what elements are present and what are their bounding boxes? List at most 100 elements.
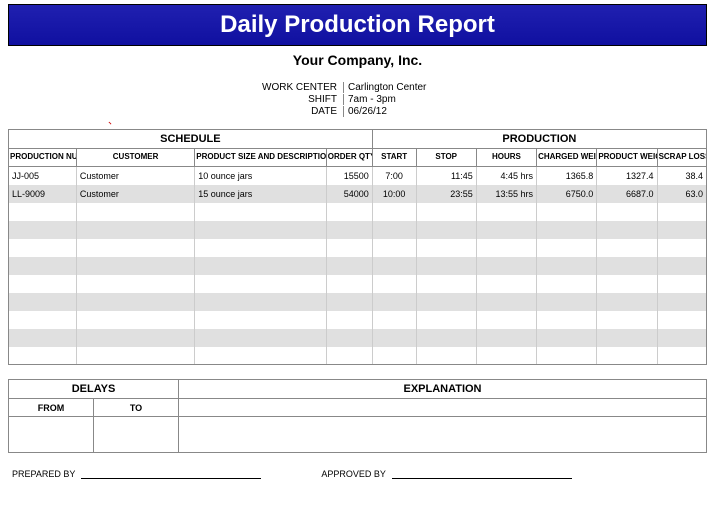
cell-prod-number: [9, 275, 77, 293]
cell-start: [372, 239, 416, 257]
signoff-row: PREPARED BY APPROVED BY: [8, 469, 707, 479]
cell-scrap-loss: [657, 239, 706, 257]
cell-charged-weight: [537, 311, 597, 329]
cell-scrap-loss: 38.4: [657, 167, 706, 185]
cell-hours: [476, 347, 536, 365]
delays-header: DELAYS: [9, 380, 179, 399]
cell-order-qty: [326, 275, 372, 293]
table-row: [9, 329, 707, 347]
cell-charged-weight: 1365.8: [537, 167, 597, 185]
cell-stop: [416, 257, 476, 275]
schedule-header: SCHEDULE: [9, 130, 373, 149]
cell-start: 10:00: [372, 185, 416, 203]
cell-start: [372, 347, 416, 365]
cell-prod-number: [9, 293, 77, 311]
cell-order-qty: 15500: [326, 167, 372, 185]
cell-product-weight: [597, 203, 657, 221]
cell-charged-weight: [537, 275, 597, 293]
cell-charged-weight: [537, 293, 597, 311]
cell-product: [195, 293, 326, 311]
cell-order-qty: [326, 293, 372, 311]
cell-product: [195, 203, 326, 221]
cell-product: [195, 329, 326, 347]
col-customer: CUSTOMER: [76, 149, 194, 167]
cell-order-qty: [326, 311, 372, 329]
cell-stop: 23:55: [416, 185, 476, 203]
cell-product-weight: [597, 221, 657, 239]
col-prod-number: PRODUCTION NUMBER: [9, 149, 77, 167]
cell-product-weight: [597, 257, 657, 275]
cell-product-weight: [597, 239, 657, 257]
cell-stop: 11:45: [416, 167, 476, 185]
shift-label: SHIFT: [262, 94, 343, 105]
red-mark: 、: [108, 112, 118, 127]
cell-customer: [76, 221, 194, 239]
cell-stop: [416, 239, 476, 257]
cell-product-weight: [597, 329, 657, 347]
table-row: LL-9009Customer15 ounce jars5400010:0023…: [9, 185, 707, 203]
cell-scrap-loss: [657, 257, 706, 275]
cell-stop: [416, 275, 476, 293]
cell-customer: [76, 329, 194, 347]
cell-customer: [76, 311, 194, 329]
table-row: JJ-005Customer10 ounce jars155007:0011:4…: [9, 167, 707, 185]
cell-product-weight: [597, 293, 657, 311]
cell-prod-number: [9, 329, 77, 347]
cell-charged-weight: [537, 203, 597, 221]
table-row: [9, 311, 707, 329]
explanation-header: EXPLANATION: [179, 380, 707, 399]
cell-prod-number: [9, 221, 77, 239]
cell-product-weight: 1327.4: [597, 167, 657, 185]
col-start: START: [372, 149, 416, 167]
cell-start: [372, 311, 416, 329]
table-row: [9, 239, 707, 257]
cell-order-qty: [326, 329, 372, 347]
cell-scrap-loss: 63.0: [657, 185, 706, 203]
cell-product: 10 ounce jars: [195, 167, 326, 185]
table-row: [9, 293, 707, 311]
approved-by-label: APPROVED BY: [321, 469, 386, 479]
cell-prod-number: [9, 257, 77, 275]
delays-to-header: TO: [94, 399, 179, 417]
production-header: PRODUCTION: [372, 130, 706, 149]
delays-table: DELAYS EXPLANATION FROM TO: [8, 379, 707, 453]
cell-product-weight: [597, 347, 657, 365]
cell-prod-number: [9, 311, 77, 329]
cell-scrap-loss: [657, 293, 706, 311]
cell-start: [372, 293, 416, 311]
col-stop: STOP: [416, 149, 476, 167]
prepared-by-label: PREPARED BY: [12, 469, 75, 479]
cell-stop: [416, 311, 476, 329]
cell-stop: [416, 293, 476, 311]
prepared-by-line: [81, 469, 261, 479]
col-product: PRODUCT SIZE AND DESCRIPTION: [195, 149, 326, 167]
col-order-qty: ORDER QTY: [326, 149, 372, 167]
cell-hours: [476, 203, 536, 221]
cell-order-qty: [326, 221, 372, 239]
approved-by-line: [392, 469, 572, 479]
cell-scrap-loss: [657, 347, 706, 365]
cell-order-qty: 54000: [326, 185, 372, 203]
cell-customer: [76, 239, 194, 257]
cell-scrap-loss: [657, 203, 706, 221]
cell-stop: [416, 347, 476, 365]
cell-hours: [476, 293, 536, 311]
cell-stop: [416, 203, 476, 221]
table-row: [9, 203, 707, 221]
cell-customer: [76, 347, 194, 365]
col-scrap-loss: SCRAP LOSS: [657, 149, 706, 167]
table-row: [9, 275, 707, 293]
date-label: DATE: [262, 106, 343, 117]
cell-hours: [476, 275, 536, 293]
cell-product-weight: [597, 275, 657, 293]
cell-customer: Customer: [76, 185, 194, 203]
cell-stop: [416, 221, 476, 239]
cell-customer: [76, 293, 194, 311]
report-title: Daily Production Report: [220, 11, 495, 38]
cell-product: [195, 275, 326, 293]
cell-charged-weight: [537, 239, 597, 257]
cell-product: [195, 347, 326, 365]
cell-product: [195, 239, 326, 257]
cell-charged-weight: [537, 329, 597, 347]
cell-prod-number: [9, 347, 77, 365]
